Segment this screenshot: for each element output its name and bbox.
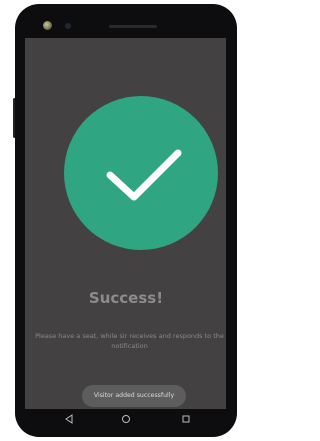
earpiece-speaker — [109, 25, 157, 28]
success-title: Success! — [88, 289, 164, 307]
home-circle-icon[interactable] — [121, 414, 131, 424]
checkmark-icon — [106, 149, 182, 201]
system-navigation-bar — [25, 409, 226, 429]
phone-frame: Success! Please have a seat, while sir r… — [15, 4, 237, 437]
success-circle — [64, 96, 218, 250]
app-screen: Success! Please have a seat, while sir r… — [25, 38, 226, 409]
back-triangle-icon[interactable] — [64, 414, 74, 424]
recents-square-icon[interactable] — [181, 414, 191, 424]
success-message: Please have a seat, while sir receives a… — [35, 332, 224, 350]
proximity-sensor-icon — [65, 23, 71, 29]
front-camera-icon — [43, 21, 52, 30]
toast-notification: Visitor added successfully — [82, 385, 186, 407]
